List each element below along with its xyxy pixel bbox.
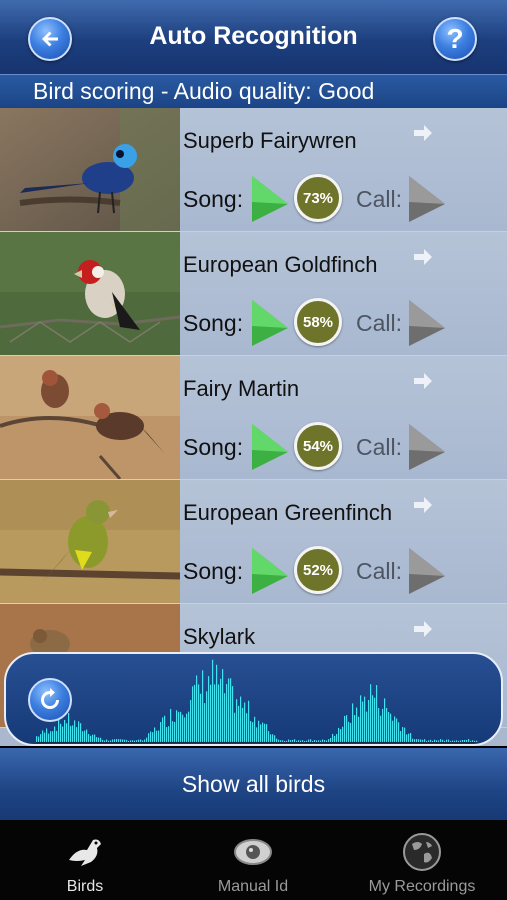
page-title: Auto Recognition	[149, 22, 358, 50]
play-call-icon[interactable]	[405, 422, 447, 472]
song-label: Song:	[183, 558, 244, 584]
arrow-right-icon[interactable]	[412, 618, 434, 640]
call-label: Call:	[356, 310, 403, 336]
refresh-icon	[41, 688, 59, 709]
audio-waveform-panel	[4, 652, 503, 746]
list-item[interactable]: European Greenfinch Song: 52% Call:	[0, 480, 507, 604]
play-song-icon[interactable]	[248, 298, 290, 348]
call-label: Call:	[356, 434, 403, 460]
arrow-right-icon[interactable]	[412, 122, 434, 144]
bird-name: Skylark	[183, 624, 256, 649]
call-label: Call:	[356, 558, 403, 584]
list-item[interactable]: Fairy Martin Song: 54% Call:	[0, 356, 507, 480]
help-icon: ?	[446, 23, 464, 54]
play-song-icon[interactable]	[248, 546, 290, 596]
play-call-icon[interactable]	[405, 298, 447, 348]
bird-name: European Goldfinch	[183, 252, 378, 277]
song-label: Song:	[183, 186, 244, 212]
waveform	[36, 659, 478, 743]
show-all-birds-button[interactable]: Show all birds	[0, 748, 507, 820]
song-label: Song:	[183, 434, 244, 460]
audio-quality-banner: Bird scoring - Audio quality: Good	[0, 75, 507, 108]
score-badge: 73%	[294, 174, 342, 222]
bird-list[interactable]: Superb Fairywren Song: 73% Call: Europea…	[0, 108, 507, 746]
bird-icon	[69, 839, 101, 866]
tab-bar: Birds Manual Id My Recordings	[0, 820, 507, 900]
eye-icon	[234, 839, 272, 865]
bird-photo	[0, 480, 180, 603]
score-badge: 58%	[294, 298, 342, 346]
bird-photo	[0, 356, 180, 479]
play-song-icon[interactable]	[248, 174, 290, 224]
song-label: Song:	[183, 310, 244, 336]
help-button[interactable]: ?	[433, 17, 477, 61]
list-item[interactable]: European Goldfinch Song: 58% Call:	[0, 232, 507, 356]
tab-label: Manual Id	[217, 878, 289, 895]
bird-name: European Greenfinch	[183, 500, 393, 525]
globe-icon	[403, 833, 441, 871]
tab-label: Birds	[66, 878, 104, 895]
play-song-icon[interactable]	[248, 422, 290, 472]
tab-my-recordings[interactable]: My Recordings	[357, 820, 487, 900]
tab-birds[interactable]: Birds	[35, 820, 135, 900]
play-call-icon[interactable]	[405, 546, 447, 596]
call-label: Call:	[356, 186, 403, 212]
arrow-right-icon[interactable]	[412, 494, 434, 516]
arrow-right-icon[interactable]	[412, 370, 434, 392]
play-call-icon[interactable]	[405, 174, 447, 224]
rerecord-button[interactable]	[28, 678, 72, 722]
header-bar: Auto Recognition ?	[0, 0, 507, 75]
score-badge: 52%	[294, 546, 342, 594]
tab-label: My Recordings	[368, 878, 476, 895]
bird-name: Fairy Martin	[183, 376, 300, 401]
list-item[interactable]: Superb Fairywren Song: 73% Call:	[0, 108, 507, 232]
bird-name: Superb Fairywren	[183, 128, 357, 153]
arrow-right-icon[interactable]	[412, 246, 434, 268]
bird-photo	[0, 232, 180, 355]
bird-photo	[0, 108, 180, 231]
score-badge: 54%	[294, 422, 342, 470]
tab-manual-id[interactable]: Manual Id	[203, 820, 303, 900]
